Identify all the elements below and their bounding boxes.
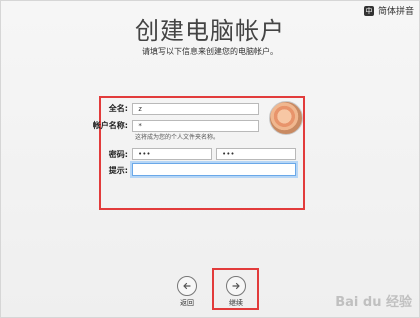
page-subtitle: 请填写以下信息来创建您的电脑帐户。 <box>142 47 278 56</box>
account-name-label: 帐户名称: <box>92 121 128 130</box>
arrow-left-icon <box>183 282 191 290</box>
password-hint-label: 提示: <box>108 166 128 175</box>
back-button[interactable] <box>177 276 197 296</box>
password-field[interactable]: ••• <box>132 148 212 160</box>
arrow-right-icon <box>232 282 240 290</box>
password-hint-field[interactable] <box>132 163 296 176</box>
full-name-label: 全名: <box>108 104 128 113</box>
user-avatar[interactable] <box>269 101 303 135</box>
continue-label: 继续 <box>229 299 243 307</box>
full-name-field[interactable]: z <box>132 103 259 115</box>
password-label: 密码: <box>108 150 128 159</box>
back-label: 返回 <box>180 299 194 307</box>
account-name-field[interactable]: * <box>132 120 259 132</box>
verify-password-field[interactable]: ••• <box>216 148 296 160</box>
account-name-hint: 这将成为您的个人文件夹名称。 <box>135 134 220 141</box>
watermark: Bai du 经验 <box>335 295 412 310</box>
page-title: 创建电脑帐户 <box>135 17 285 45</box>
continue-button[interactable] <box>226 276 246 296</box>
